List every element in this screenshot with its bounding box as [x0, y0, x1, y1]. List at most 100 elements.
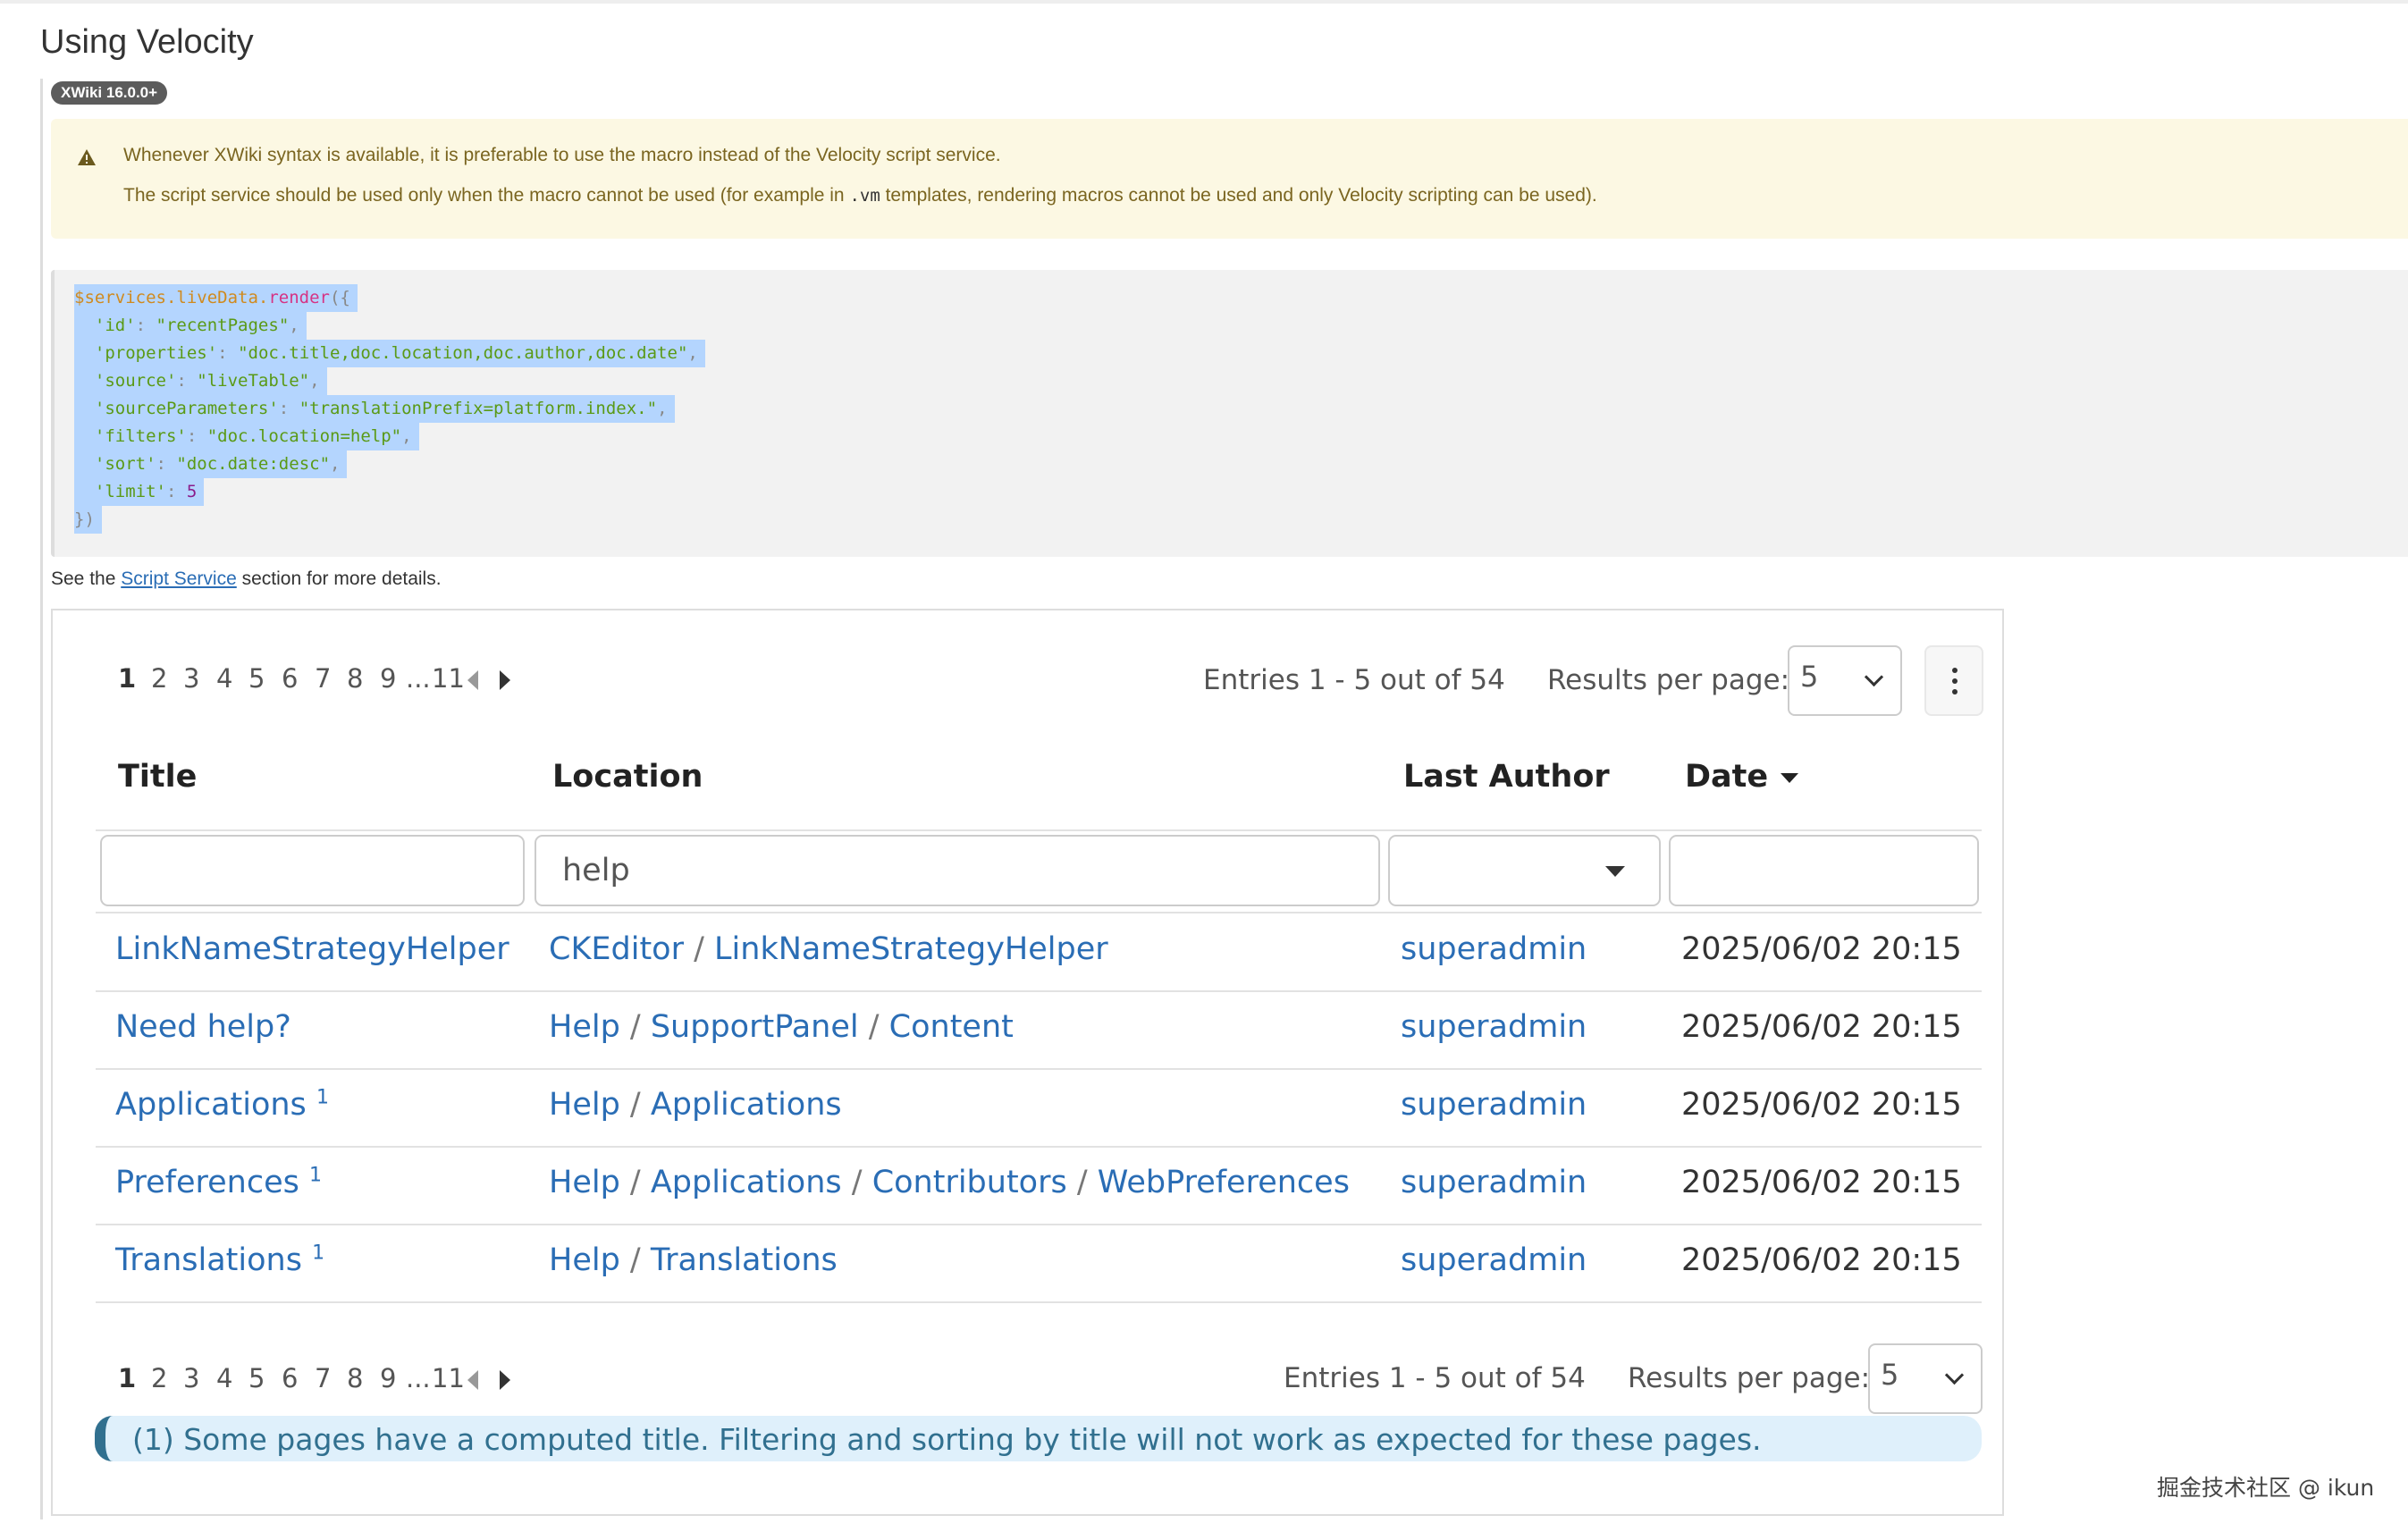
location-link[interactable]: CKEditor	[549, 931, 684, 967]
page-link[interactable]: 9	[380, 663, 396, 694]
page-link[interactable]: 11	[432, 1363, 465, 1393]
location-link[interactable]: Translations	[651, 1242, 838, 1278]
page-link[interactable]: 1	[118, 1363, 136, 1393]
code-line: 'limit': 5	[74, 478, 205, 506]
chevron-down-icon	[1944, 1365, 1965, 1385]
previous-page-icon[interactable]	[467, 1370, 478, 1390]
title-link[interactable]: Preferences	[115, 1165, 299, 1200]
chevron-down-icon	[1864, 667, 1884, 687]
author-link[interactable]: superadmin	[1401, 1087, 1587, 1123]
warning-line-1: Whenever XWiki syntax is available, it i…	[123, 145, 1001, 165]
location-link[interactable]: Applications	[651, 1165, 842, 1200]
row-divider	[96, 1224, 1982, 1225]
row-divider	[96, 1301, 1982, 1303]
author-link[interactable]: superadmin	[1401, 1242, 1587, 1278]
page-link[interactable]: 5	[248, 1363, 265, 1393]
page-link[interactable]: 9	[380, 1363, 396, 1393]
row-title: Applications 1	[115, 1087, 329, 1123]
code-line: 'id': "recentPages",	[74, 312, 307, 340]
title-link[interactable]: LinkNameStrategyHelper	[115, 931, 509, 967]
title-link[interactable]: Need help?	[115, 1009, 291, 1045]
location-filter-input[interactable]: help	[535, 835, 1380, 906]
version-badge: XWiki 16.0.0+	[51, 81, 168, 105]
page-link[interactable]: 4	[216, 663, 232, 694]
page-link[interactable]: 7	[315, 663, 331, 694]
location-link[interactable]: Content	[889, 1009, 1014, 1045]
location-link[interactable]: Help	[549, 1087, 620, 1123]
warning-line-2: The script service should be used only w…	[123, 185, 1597, 206]
author-link[interactable]: superadmin	[1401, 1009, 1587, 1045]
page-link[interactable]: 1	[118, 663, 136, 694]
page-link[interactable]: 7	[315, 1363, 331, 1393]
column-header-location[interactable]: Location	[552, 759, 703, 795]
location-link[interactable]: Help	[549, 1242, 620, 1278]
sort-descending-icon	[1781, 772, 1799, 783]
title-link[interactable]: Translations	[115, 1242, 302, 1278]
warning-icon	[78, 149, 96, 165]
location-link[interactable]: LinkNameStrategyHelper	[714, 931, 1108, 967]
next-page-icon[interactable]	[500, 1370, 510, 1390]
inline-code: .vm	[849, 186, 880, 206]
column-header-date[interactable]: Date	[1685, 759, 1799, 795]
code-line: 'filters': "doc.location=help",	[74, 423, 419, 450]
location-link[interactable]: SupportPanel	[651, 1009, 859, 1045]
previous-page-icon[interactable]	[467, 670, 478, 690]
page-link[interactable]: 5	[248, 663, 265, 694]
author-filter-select[interactable]	[1388, 835, 1661, 906]
page-link[interactable]: 2	[151, 1363, 167, 1393]
livedata-table: 1 2 3 4 5 6 7 8 9... 11 Entries 1 - 5 out of 54 R…	[51, 609, 2004, 1516]
breadcrumb-separator: /	[683, 931, 715, 967]
page-link[interactable]: 4	[216, 1363, 232, 1393]
breadcrumb-separator: /	[858, 1009, 889, 1045]
row-location-breadcrumb: Help / SupportPanel / Content	[549, 1009, 1014, 1045]
row-divider	[96, 1146, 1982, 1148]
breadcrumb-separator: /	[841, 1165, 872, 1200]
column-header-last-author[interactable]: Last Author	[1403, 759, 1610, 795]
top-border	[0, 0, 2408, 4]
code-line: 'sourceParameters': "translationPrefix=p…	[74, 395, 675, 423]
filter-divider	[96, 912, 1982, 913]
page-link[interactable]: 3	[183, 1363, 199, 1393]
page-link[interactable]: 6	[282, 1363, 298, 1393]
pagination-bottom: 1 2 3 4 5 6 7 8 9... 11	[53, 1363, 510, 1399]
location-link[interactable]: Help	[549, 1165, 620, 1200]
breadcrumb-separator: /	[619, 1087, 651, 1123]
page-link[interactable]: 8	[347, 1363, 363, 1393]
author-link[interactable]: superadmin	[1401, 1165, 1587, 1200]
code-block[interactable]: $services.liveData.render({ 'id': "recen…	[51, 270, 2408, 557]
row-divider	[96, 990, 1982, 992]
row-date: 2025/06/02 20:15	[1681, 1087, 1962, 1123]
row-date: 2025/06/02 20:15	[1681, 1165, 1962, 1200]
next-page-icon[interactable]	[500, 670, 510, 690]
location-link[interactable]: Contributors	[872, 1165, 1067, 1200]
location-link[interactable]: WebPreferences	[1098, 1165, 1350, 1200]
caret-down-icon	[1605, 866, 1625, 877]
results-per-page-select-top[interactable]: 5	[1788, 645, 1902, 716]
page-link[interactable]: 3	[183, 663, 199, 694]
title-link[interactable]: Applications	[115, 1087, 307, 1123]
title-filter-input[interactable]	[100, 835, 525, 906]
author-link[interactable]: superadmin	[1401, 931, 1587, 967]
breadcrumb-separator: /	[619, 1009, 651, 1045]
results-per-page-select-bottom[interactable]: 5	[1868, 1343, 1983, 1414]
page-link[interactable]: 6	[282, 663, 298, 694]
location-link[interactable]: Applications	[651, 1087, 842, 1123]
results-per-page-label-top: Results per page:	[1547, 664, 1790, 696]
livedata-menu-button[interactable]	[1924, 645, 1983, 716]
column-header-title[interactable]: Title	[118, 759, 197, 795]
row-title: Preferences 1	[115, 1165, 322, 1200]
breadcrumb-separator: /	[1066, 1165, 1098, 1200]
script-service-link[interactable]: Script Service	[121, 568, 237, 589]
row-divider	[96, 1068, 1982, 1070]
row-date: 2025/06/02 20:15	[1681, 1009, 1962, 1045]
footnote-marker: 1	[309, 1164, 322, 1187]
code-line: 'sort': "doc.date:desc",	[74, 450, 348, 478]
footnote-marker: 1	[312, 1242, 325, 1265]
page-link[interactable]: 11	[432, 663, 465, 694]
entries-count-top: Entries 1 - 5 out of 54	[1203, 664, 1505, 696]
page-link[interactable]: 8	[347, 663, 363, 694]
location-link[interactable]: Help	[549, 1009, 620, 1045]
page-link[interactable]: 2	[151, 663, 167, 694]
date-filter-input[interactable]	[1669, 835, 1979, 906]
code-line: })	[74, 506, 102, 534]
